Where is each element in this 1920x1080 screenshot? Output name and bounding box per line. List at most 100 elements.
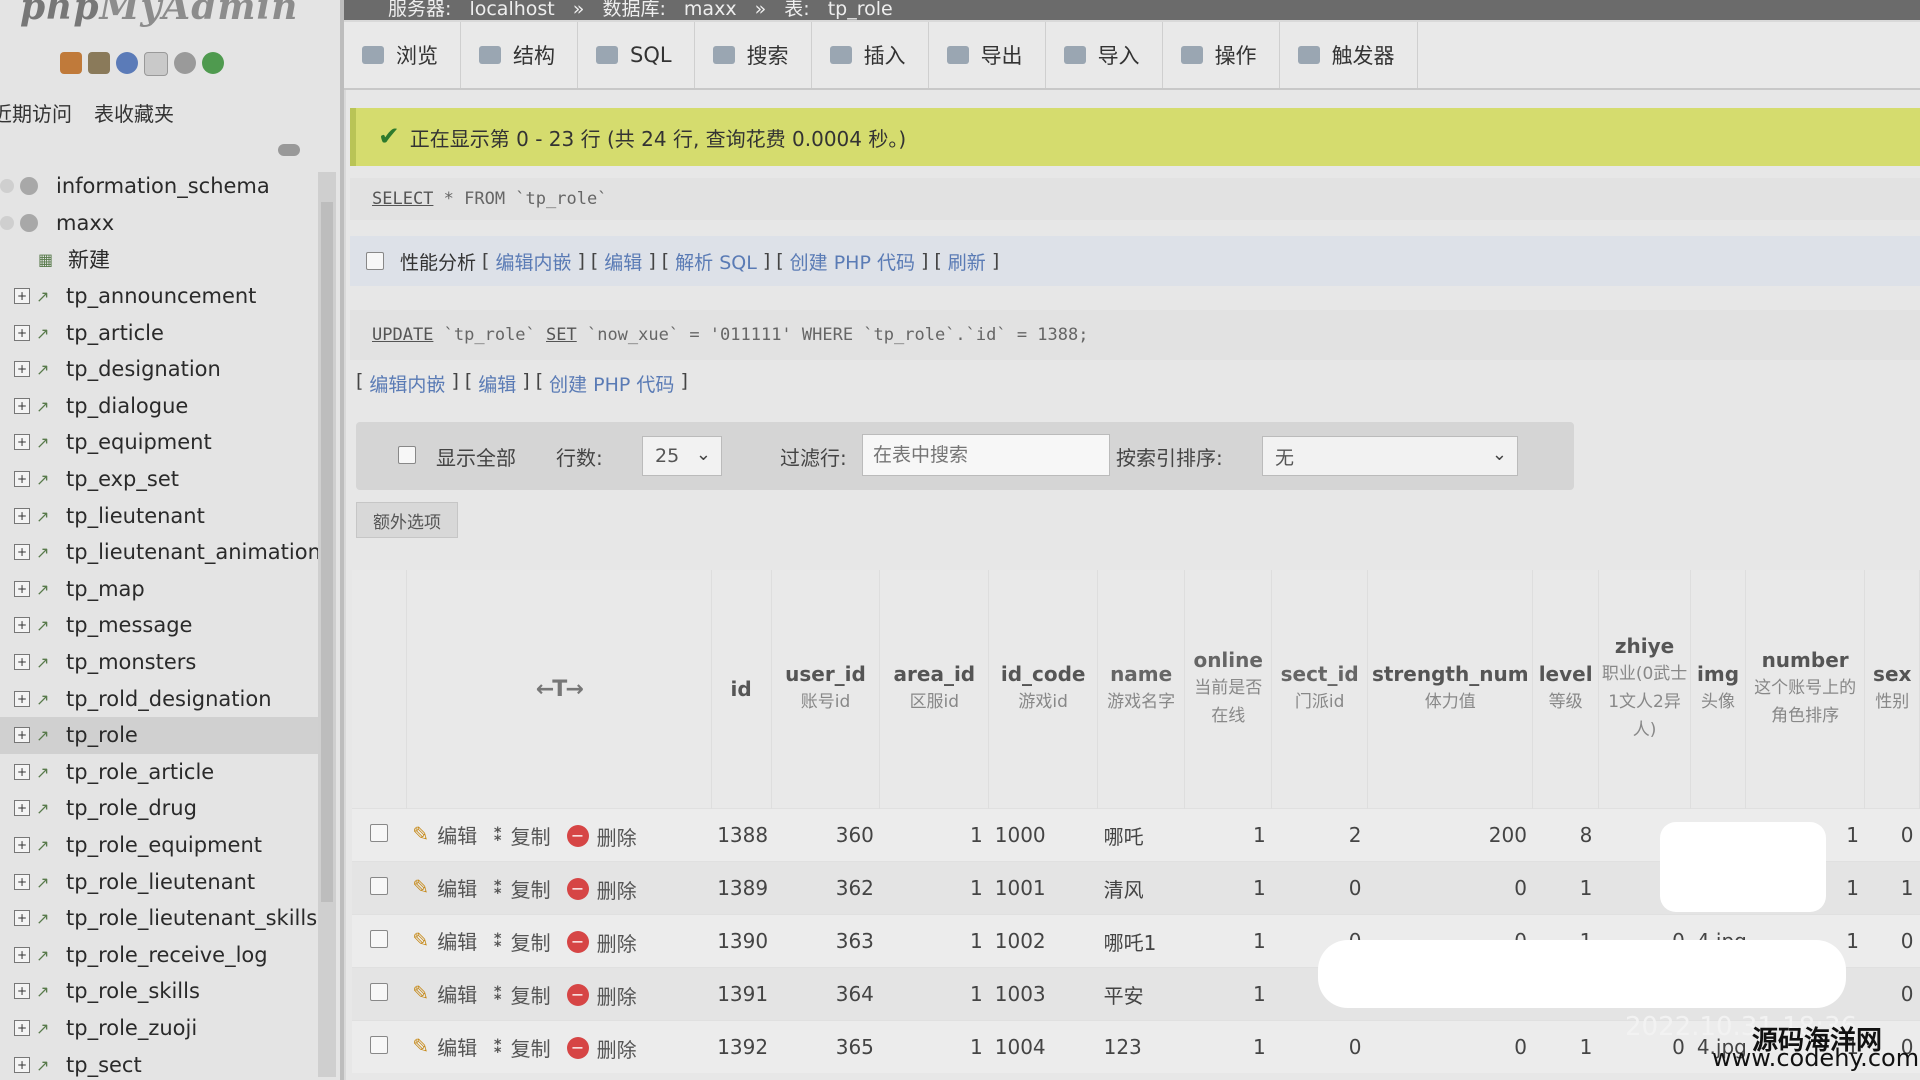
explain-sql-link[interactable]: 解析 SQL bbox=[675, 248, 757, 275]
edit-row-button[interactable]: ✎ 编辑 bbox=[412, 873, 477, 902]
docs-icon[interactable] bbox=[144, 52, 168, 76]
tree-table[interactable]: + ↗ tp_equipment bbox=[0, 424, 330, 461]
cell-strength-num[interactable]: 0 bbox=[1367, 1020, 1533, 1073]
cell-id-code[interactable]: 1003 bbox=[988, 967, 1098, 1021]
cell-sect-id[interactable]: 0 bbox=[1271, 861, 1368, 915]
cell-user-id[interactable]: 360 bbox=[771, 808, 880, 862]
tab-search[interactable]: 搜索 bbox=[695, 22, 812, 88]
header-sex[interactable]: sex 性别 bbox=[1864, 570, 1920, 809]
tree-table[interactable]: + ↗ tp_exp_set bbox=[0, 461, 330, 498]
tree-table[interactable]: + ↗ tp_dialogue bbox=[0, 388, 330, 425]
tree-table[interactable]: + ↗ tp_designation bbox=[0, 351, 330, 388]
cell-online[interactable]: 1 bbox=[1184, 967, 1272, 1021]
expand-icon[interactable]: + bbox=[14, 654, 30, 671]
edit-inline-link[interactable]: 编辑内嵌 bbox=[369, 370, 445, 397]
copy-row-button[interactable]: ⁑ 复制 bbox=[493, 927, 550, 956]
tab-operations[interactable]: 操作 bbox=[1163, 22, 1280, 88]
cell-sex[interactable]: 1 bbox=[1864, 861, 1920, 915]
tree-table[interactable]: + ↗ tp_role bbox=[0, 716, 330, 754]
sidebar-scrollbar[interactable] bbox=[318, 172, 336, 1077]
cell-id[interactable]: 1389 bbox=[711, 861, 772, 915]
header-sect-id[interactable]: sect_id 门派id bbox=[1271, 570, 1369, 809]
cell-area-id[interactable]: 1 bbox=[879, 914, 989, 968]
edit-row-button[interactable]: ✎ 编辑 bbox=[412, 1032, 477, 1061]
header-number[interactable]: number 这个账号上的角色排序 bbox=[1745, 570, 1866, 809]
header-name[interactable]: name 游戏名字 bbox=[1097, 570, 1186, 809]
breadcrumb-db[interactable]: maxx bbox=[684, 0, 737, 20]
expand-icon[interactable] bbox=[0, 215, 14, 230]
tree-table[interactable]: + ↗ tp_role_drug bbox=[0, 790, 330, 827]
tree-new-item[interactable]: ▦ 新建 bbox=[0, 241, 330, 278]
rows-select[interactable]: 25 ⌄ bbox=[642, 436, 722, 476]
copy-row-button[interactable]: ⁑ 复制 bbox=[493, 874, 550, 903]
header-online[interactable]: online 当前是否在线 bbox=[1184, 570, 1273, 809]
header-id[interactable]: id bbox=[711, 570, 772, 809]
home-icon[interactable] bbox=[60, 52, 82, 74]
tree-database[interactable]: information_schema bbox=[0, 168, 330, 205]
header-id-code[interactable]: id_code 游戏id bbox=[988, 570, 1099, 809]
reload-icon[interactable] bbox=[202, 52, 224, 74]
header-img[interactable]: img 头像 bbox=[1690, 570, 1746, 809]
cell-user-id[interactable]: 363 bbox=[771, 914, 880, 968]
row-checkbox[interactable] bbox=[370, 930, 389, 948]
tree-table[interactable]: + ↗ tp_article bbox=[0, 314, 330, 351]
copy-row-button[interactable]: ⁑ 复制 bbox=[493, 980, 550, 1009]
tree-table[interactable]: + ↗ tp_role_zuoji bbox=[0, 1010, 330, 1047]
header-user-id[interactable]: user_id 账号id bbox=[771, 570, 881, 809]
expand-icon[interactable]: + bbox=[14, 983, 30, 1000]
cell-sex[interactable]: 0 bbox=[1864, 808, 1920, 862]
cell-name[interactable]: 哪吒 bbox=[1097, 808, 1185, 862]
tab-triggers[interactable]: 触发器 bbox=[1280, 22, 1418, 88]
cell-level[interactable]: 1 bbox=[1532, 861, 1599, 915]
copy-row-button[interactable]: ⁑ 复制 bbox=[493, 1033, 550, 1062]
expand-icon[interactable]: + bbox=[14, 288, 30, 305]
column-resize-icon[interactable]: ←T→ bbox=[536, 677, 584, 702]
tree-table[interactable]: + ↗ tp_message bbox=[0, 607, 330, 644]
cell-id[interactable]: 1392 bbox=[711, 1020, 772, 1073]
cell-level[interactable]: 8 bbox=[1532, 808, 1599, 862]
cell-user-id[interactable]: 365 bbox=[771, 1020, 880, 1073]
sidebar-tab-favorites[interactable]: 表收藏夹 bbox=[94, 98, 174, 127]
delete-row-button[interactable]: − 删除 bbox=[566, 1034, 637, 1063]
cell-name[interactable]: 123 bbox=[1097, 1020, 1185, 1073]
expand-icon[interactable]: + bbox=[14, 727, 30, 744]
refresh-link[interactable]: 刷新 bbox=[948, 248, 986, 275]
delete-row-button[interactable]: − 删除 bbox=[566, 822, 637, 851]
edit-link[interactable]: 编辑 bbox=[604, 248, 642, 275]
expand-icon[interactable]: + bbox=[14, 873, 30, 890]
tree-table[interactable]: + ↗ tp_role_lieutenant bbox=[0, 863, 330, 900]
expand-icon[interactable]: + bbox=[14, 397, 30, 414]
expand-icon[interactable]: + bbox=[14, 580, 30, 597]
row-checkbox[interactable] bbox=[370, 877, 389, 895]
expand-icon[interactable]: + bbox=[14, 361, 30, 378]
create-php-code-link[interactable]: 创建 PHP 代码 bbox=[790, 248, 915, 275]
tree-table[interactable]: + ↗ tp_sect bbox=[0, 1046, 330, 1080]
edit-row-button[interactable]: ✎ 编辑 bbox=[412, 926, 477, 955]
cell-id-code[interactable]: 1000 bbox=[988, 808, 1098, 862]
tab-import[interactable]: 导入 bbox=[1046, 22, 1163, 88]
tree-table[interactable]: + ↗ tp_rold_designation bbox=[0, 680, 330, 717]
tree-table[interactable]: + ↗ tp_role_skills bbox=[0, 973, 330, 1010]
cell-strength-num[interactable]: 0 bbox=[1367, 861, 1533, 915]
cell-level[interactable]: 1 bbox=[1532, 1020, 1599, 1073]
expand-icon[interactable]: + bbox=[14, 324, 30, 341]
breadcrumb-server[interactable]: localhost bbox=[469, 0, 554, 20]
cell-id[interactable]: 1390 bbox=[711, 914, 772, 968]
delete-row-button[interactable]: − 删除 bbox=[566, 981, 637, 1010]
help-icon[interactable] bbox=[116, 52, 138, 74]
cell-name[interactable]: 清风 bbox=[1097, 861, 1185, 915]
tree-table[interactable]: + ↗ tp_role_lieutenant_skills bbox=[0, 900, 330, 937]
edit-inline-link[interactable]: 编辑内嵌 bbox=[495, 248, 571, 275]
tree-table[interactable]: + ↗ tp_announcement bbox=[0, 278, 330, 315]
link-with-main-icon[interactable] bbox=[278, 144, 300, 156]
tree-table[interactable]: + ↗ tp_map bbox=[0, 571, 330, 608]
tree-table[interactable]: + ↗ tp_role_article bbox=[0, 754, 330, 791]
header-strength-num[interactable]: strength_num 体力值 bbox=[1367, 570, 1534, 809]
extra-options-toggle[interactable]: 额外选项 bbox=[356, 502, 458, 538]
expand-icon[interactable]: + bbox=[14, 763, 30, 780]
tree-table[interactable]: + ↗ tp_lieutenant bbox=[0, 497, 330, 534]
expand-icon[interactable]: + bbox=[14, 617, 30, 634]
sidebar-tab-recent[interactable]: 近期访问 bbox=[0, 98, 72, 127]
expand-icon[interactable]: + bbox=[14, 836, 30, 853]
cell-area-id[interactable]: 1 bbox=[879, 861, 989, 915]
